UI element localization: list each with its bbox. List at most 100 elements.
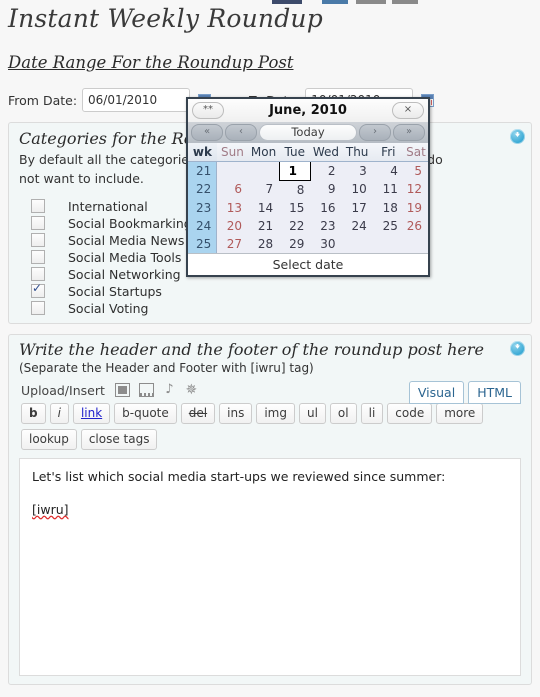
datepicker-day-empty xyxy=(403,234,428,253)
datepicker-day[interactable]: 7 xyxy=(247,180,280,199)
quicktag-img[interactable]: img xyxy=(256,402,295,424)
datepicker-week-number[interactable]: 22 xyxy=(188,180,218,199)
category-item[interactable]: Social Voting xyxy=(31,300,531,317)
datepicker-day[interactable]: 22 xyxy=(279,216,311,235)
datepicker-day[interactable]: 17 xyxy=(341,198,373,217)
datepicker-day-empty xyxy=(247,161,280,180)
datepicker-week-number[interactable]: 23 xyxy=(188,198,218,217)
prev-year-button[interactable]: « xyxy=(191,124,223,141)
editor-heading: Write the header and the footer of the r… xyxy=(19,339,484,359)
datepicker-day[interactable]: 19 xyxy=(403,198,428,217)
datepicker-day[interactable]: 29 xyxy=(279,234,311,253)
datepicker-day[interactable]: 2 xyxy=(310,161,342,180)
category-checkbox[interactable] xyxy=(31,281,45,299)
next-year-button[interactable]: » xyxy=(393,124,425,141)
help-icon[interactable] xyxy=(510,340,525,356)
help-icon[interactable] xyxy=(510,129,525,144)
datepicker-day[interactable]: 26 xyxy=(403,216,428,235)
category-label: Social Media Tools xyxy=(68,249,182,265)
datepicker-header-sat: Sat xyxy=(403,143,428,162)
quicktag-b-quote[interactable]: b-quote xyxy=(114,402,177,424)
image-icon[interactable] xyxy=(114,383,130,398)
datepicker-header-thu: Thu xyxy=(341,143,373,162)
datepicker-day[interactable]: 25 xyxy=(372,216,404,235)
datepicker-header-wed: Wed xyxy=(310,143,342,162)
content-line-2: [iwru] xyxy=(32,501,69,517)
datepicker-header-tue: Tue xyxy=(279,143,311,162)
datepicker-popup: ** June, 2010 × « ‹ Today › » wk Sun Mon Tu… xyxy=(186,97,430,277)
datepicker-day[interactable]: 4 xyxy=(372,161,404,180)
quicktags-row-2: lookup close tags xyxy=(9,424,531,450)
datepicker-week-number[interactable]: 25 xyxy=(188,234,218,253)
next-month-button[interactable]: › xyxy=(359,124,391,141)
datepicker-day[interactable]: 30 xyxy=(310,234,342,253)
datepicker-day[interactable]: 16 xyxy=(310,198,342,217)
category-checkbox[interactable] xyxy=(31,233,45,248)
quicktag-ins[interactable]: ins xyxy=(219,402,253,424)
quicktag-i[interactable]: i xyxy=(49,402,69,424)
datepicker-day[interactable]: 20 xyxy=(216,216,248,235)
category-item[interactable]: Social Startups xyxy=(31,281,531,300)
datepicker-prefs-button[interactable]: ** xyxy=(192,102,224,119)
datepicker-day[interactable]: 23 xyxy=(310,216,342,235)
quicktag-b[interactable]: b xyxy=(21,402,46,424)
datepicker-day[interactable]: 11 xyxy=(372,180,404,199)
submit-row: Submit xyxy=(0,685,540,697)
today-button[interactable]: Today xyxy=(259,124,357,141)
prev-month-button[interactable]: ‹ xyxy=(225,124,257,141)
category-checkbox[interactable] xyxy=(31,301,45,316)
datepicker-footer: Select date xyxy=(188,252,428,275)
datepicker-day[interactable]: 5 xyxy=(403,161,428,180)
upload-insert-label: Upload/Insert xyxy=(21,382,105,398)
editor-panel: Write the header and the footer of the r… xyxy=(8,333,532,685)
quicktag-ol[interactable]: ol xyxy=(329,402,357,424)
datepicker-day[interactable]: 27 xyxy=(216,234,248,253)
datepicker-day[interactable]: 6 xyxy=(216,180,248,199)
quicktag-more[interactable]: more xyxy=(436,402,484,424)
datepicker-header-fri: Fri xyxy=(372,143,404,162)
tab-visual[interactable]: Visual xyxy=(408,380,465,404)
audio-icon[interactable]: ♪ xyxy=(163,383,176,396)
quicktag-li[interactable]: li xyxy=(360,402,384,424)
datepicker-header-mon: Mon xyxy=(247,143,280,162)
quicktag-close-tags[interactable]: close tags xyxy=(80,428,158,450)
from-date-input[interactable]: 06/01/2010 xyxy=(82,88,191,112)
quicktag-code[interactable]: code xyxy=(387,402,433,424)
datepicker-week-number[interactable]: 24 xyxy=(188,216,218,235)
quicktag-del[interactable]: del xyxy=(180,402,216,424)
datepicker-header-sun: Sun xyxy=(216,143,248,162)
datepicker-week-row: 24 20 21 22 23 24 25 26 xyxy=(188,216,428,235)
category-checkbox[interactable] xyxy=(31,250,45,265)
category-checkbox[interactable] xyxy=(31,216,45,231)
editor-mode-tabs: Visual HTML xyxy=(408,380,521,404)
category-label: Social Startups xyxy=(68,283,162,299)
media-icon[interactable]: ✵ xyxy=(185,383,198,397)
datepicker-day[interactable]: 10 xyxy=(341,180,373,199)
admin-bar-remnant xyxy=(0,0,540,5)
category-checkbox[interactable] xyxy=(31,199,45,214)
datepicker-week-number[interactable]: 21 xyxy=(188,161,218,180)
datepicker-day[interactable]: 9 xyxy=(310,180,342,199)
datepicker-day[interactable]: 8 xyxy=(279,180,311,199)
datepicker-day[interactable]: 15 xyxy=(279,198,311,217)
datepicker-day[interactable]: 18 xyxy=(372,198,404,217)
datepicker-day[interactable]: 21 xyxy=(247,216,280,235)
datepicker-day[interactable]: 1 xyxy=(278,161,311,181)
datepicker-day[interactable]: 12 xyxy=(403,180,428,199)
close-icon[interactable]: × xyxy=(392,102,424,119)
quicktag-lookup[interactable]: lookup xyxy=(21,428,77,450)
video-icon[interactable] xyxy=(138,383,154,398)
datepicker-day[interactable]: 24 xyxy=(341,216,373,235)
datepicker-day[interactable]: 13 xyxy=(216,198,248,217)
admin-bar-segment xyxy=(322,0,348,4)
category-label: Social Voting xyxy=(68,300,149,316)
post-content-textarea[interactable]: Let's list which social media start-ups … xyxy=(19,457,521,676)
datepicker-day[interactable]: 28 xyxy=(247,234,280,253)
tab-html[interactable]: HTML xyxy=(468,380,521,404)
category-checkbox[interactable] xyxy=(31,267,45,282)
datepicker-day[interactable]: 14 xyxy=(247,198,280,217)
datepicker-day[interactable]: 3 xyxy=(341,161,373,180)
datepicker-week-row: 25 27 28 29 30 xyxy=(188,234,428,253)
quicktag-ul[interactable]: ul xyxy=(298,402,326,424)
quicktag-link[interactable]: link xyxy=(72,402,111,424)
